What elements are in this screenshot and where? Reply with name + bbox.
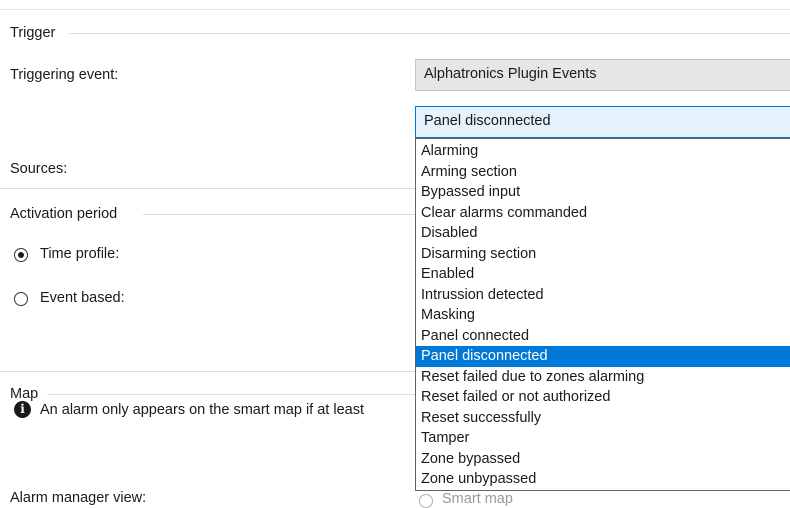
event-value: Panel disconnected	[424, 113, 551, 129]
dropdown-option[interactable]: Alarming	[416, 141, 790, 162]
event-based-label[interactable]: Event based:	[40, 290, 125, 306]
dropdown-option[interactable]: Intrussion detected	[416, 285, 790, 306]
dropdown-option[interactable]: Disarming section	[416, 244, 790, 265]
triggering-event-value: Alphatronics Plugin Events	[424, 66, 597, 82]
time-profile-label[interactable]: Time profile:	[40, 246, 119, 262]
event-combobox[interactable]: Panel disconnected	[415, 106, 790, 138]
dropdown-option[interactable]: Tamper	[416, 428, 790, 449]
activation-bottom-divider	[0, 371, 415, 372]
map-section-title: Map	[10, 386, 39, 402]
trigger-divider	[69, 33, 790, 34]
dropdown-option[interactable]: Panel disconnected	[416, 346, 790, 367]
triggering-event-combobox[interactable]: Alphatronics Plugin Events	[415, 59, 790, 91]
dropdown-option[interactable]: Zone unbypassed	[416, 469, 790, 490]
dropdown-option[interactable]: Bypassed input	[416, 182, 790, 203]
dropdown-option[interactable]: Panel connected	[416, 326, 790, 347]
trigger-section-title: Trigger	[10, 25, 56, 41]
info-icon: i	[14, 401, 31, 418]
dropdown-option[interactable]: Reset failed or not authorized	[416, 387, 790, 408]
dropdown-option[interactable]: Arming section	[416, 162, 790, 183]
top-divider	[0, 9, 790, 10]
dropdown-option[interactable]: Disabled	[416, 223, 790, 244]
map-divider	[47, 394, 415, 395]
dropdown-option[interactable]: Enabled	[416, 264, 790, 285]
activation-divider	[143, 214, 415, 215]
map-info-text: An alarm only appears on the smart map i…	[40, 402, 364, 418]
alarm-manager-view-label: Alarm manager view:	[10, 490, 147, 506]
dropdown-option[interactable]: Masking	[416, 305, 790, 326]
dropdown-option[interactable]: Clear alarms commanded	[416, 203, 790, 224]
dropdown-option[interactable]: Reset successfully	[416, 408, 790, 429]
activation-period-title: Activation period	[10, 206, 118, 222]
dropdown-option[interactable]: Zone bypassed	[416, 449, 790, 470]
event-based-radio[interactable]	[14, 292, 28, 306]
event-dropdown-list[interactable]: Alarming Arming section Bypassed input Clea…	[415, 138, 790, 491]
dropdown-option[interactable]: Reset failed due to zones alarming	[416, 367, 790, 388]
smart-map-radio[interactable]	[419, 494, 433, 508]
triggering-event-label: Triggering event:	[10, 67, 119, 83]
sources-label: Sources:	[10, 161, 68, 177]
time-profile-radio[interactable]	[14, 248, 28, 262]
sources-divider	[0, 188, 415, 189]
